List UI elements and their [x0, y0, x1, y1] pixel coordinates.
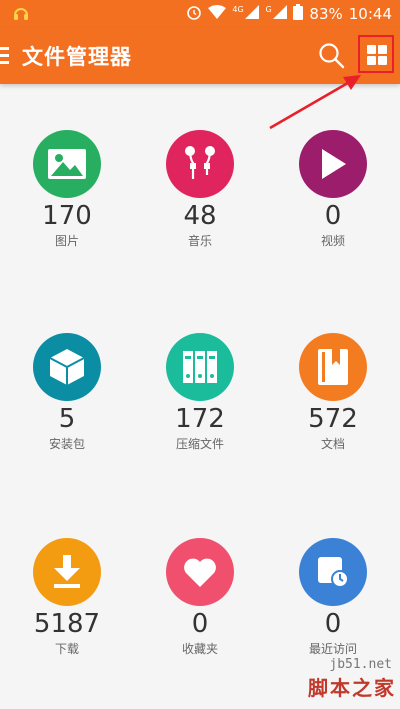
download-icon — [33, 538, 101, 606]
category-recent[interactable]: 0 最近访问 — [268, 538, 398, 658]
menu-icon[interactable] — [0, 47, 10, 65]
wifi-icon — [208, 5, 227, 23]
signal-g-label: G — [265, 5, 272, 14]
category-count: 48 — [183, 201, 217, 231]
play-icon — [299, 130, 367, 198]
category-label: 收藏夹 — [181, 642, 218, 656]
alarm-icon — [186, 4, 202, 24]
category-count: 5 — [58, 404, 76, 434]
headset-notification-icon — [12, 4, 30, 28]
page-title: 文件管理器 — [22, 45, 132, 69]
image-icon — [33, 130, 101, 198]
category-label: 最近访问 — [308, 642, 357, 656]
signal-icon-4g: 4G — [232, 5, 260, 23]
category-label: 视频 — [320, 234, 345, 248]
category-count: 0 — [324, 201, 342, 231]
recent-icon — [299, 538, 367, 606]
category-favorites[interactable]: 0 收藏夹 — [135, 538, 265, 658]
battery-icon — [293, 4, 304, 24]
search-icon — [319, 43, 345, 69]
package-icon — [33, 333, 101, 401]
category-apk[interactable]: 5 安装包 — [2, 333, 132, 453]
category-downloads[interactable]: 5187 下载 — [2, 538, 132, 658]
signal-4g-label: 4G — [232, 5, 244, 14]
category-label: 图片 — [54, 234, 79, 248]
grid-view-button[interactable] — [358, 35, 394, 73]
category-count: 5187 — [33, 609, 101, 639]
watermark-url: jb51.net — [329, 657, 392, 672]
category-count: 0 — [191, 609, 209, 639]
binders-icon — [166, 333, 234, 401]
battery-percent: 83% — [309, 5, 343, 23]
category-label: 压缩文件 — [175, 437, 224, 451]
category-docs[interactable]: 572 文档 — [268, 333, 398, 453]
clock: 10:44 — [348, 5, 392, 23]
search-button[interactable] — [318, 42, 346, 70]
status-bar: 4G G 83% 10:44 — [0, 0, 400, 28]
category-label: 文档 — [320, 437, 345, 451]
category-count: 572 — [308, 404, 358, 434]
signal-icon-g: G — [265, 5, 288, 23]
book-icon — [299, 333, 367, 401]
category-count: 172 — [175, 404, 225, 434]
watermark: jb51.net 脚本之家 — [246, 657, 396, 709]
category-count: 170 — [42, 201, 92, 231]
grid-view-icon — [367, 45, 387, 65]
earphones-icon — [166, 130, 234, 198]
category-images[interactable]: 170 图片 — [2, 130, 132, 250]
watermark-text: 脚本之家 — [308, 676, 396, 700]
category-label: 安装包 — [48, 437, 85, 451]
category-label: 音乐 — [187, 234, 212, 248]
category-music[interactable]: 48 音乐 — [135, 130, 265, 250]
category-archive[interactable]: 172 压缩文件 — [135, 333, 265, 453]
app-bar: 文件管理器 — [0, 28, 400, 84]
heart-icon — [166, 538, 234, 606]
category-count: 0 — [324, 609, 342, 639]
category-label: 下载 — [54, 642, 79, 656]
category-video[interactable]: 0 视频 — [268, 130, 398, 250]
